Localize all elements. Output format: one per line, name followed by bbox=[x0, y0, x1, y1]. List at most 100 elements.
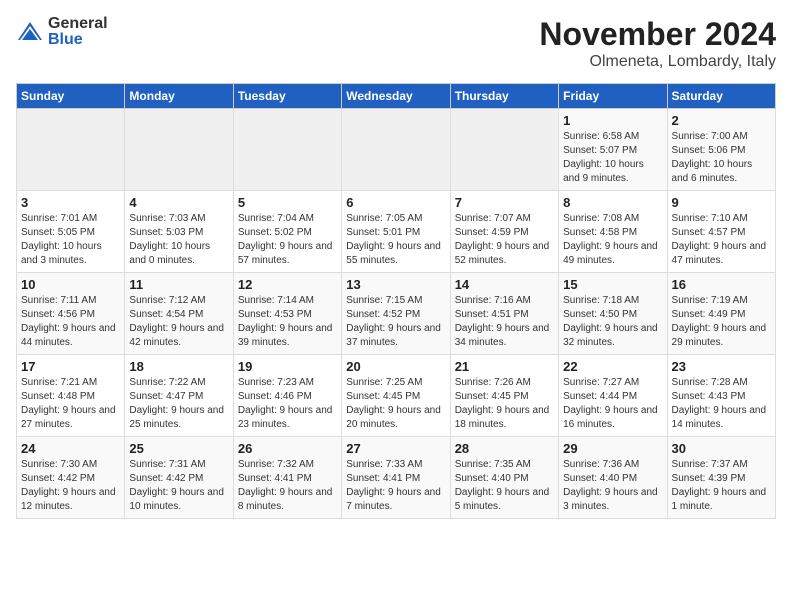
day-number: 17 bbox=[21, 359, 120, 374]
calendar-cell: 9Sunrise: 7:10 AM Sunset: 4:57 PM Daylig… bbox=[667, 191, 775, 273]
calendar-cell: 29 Sunrise: 7:36 AM Sunset: 4:40 PM Dayli… bbox=[559, 437, 667, 519]
day-number: 26 bbox=[238, 441, 337, 456]
calendar-cell bbox=[125, 109, 233, 191]
calendar-cell: 20 Sunrise: 7:25 AM Sunset: 4:45 PM Dayli… bbox=[342, 355, 450, 437]
page-subtitle: Olmeneta, Lombardy, Italy bbox=[539, 53, 776, 71]
day-info: Sunrise: 7:33 AM Sunset: 4:41 PM Dayligh… bbox=[346, 458, 445, 514]
day-header-friday: Friday bbox=[559, 84, 667, 109]
calendar-cell bbox=[342, 109, 450, 191]
day-header-sunday: Sunday bbox=[17, 84, 125, 109]
day-info: Sunrise: 6:58 AM Sunset: 5:07 PM Dayligh… bbox=[563, 130, 662, 186]
calendar-cell: 23 Sunrise: 7:28 AM Sunset: 4:43 PM Dayli… bbox=[667, 355, 775, 437]
day-number: 28 bbox=[455, 441, 554, 456]
calendar-cell: 17 Sunrise: 7:21 AM Sunset: 4:48 PM Dayli… bbox=[17, 355, 125, 437]
title-area: November 2024 Olmeneta, Lombardy, Italy bbox=[539, 16, 776, 71]
calendar-table: SundayMondayTuesdayWednesdayThursdayFrid… bbox=[16, 83, 776, 519]
day-number: 19 bbox=[238, 359, 337, 374]
day-info: Sunrise: 7:19 AM Sunset: 4:49 PM Dayligh… bbox=[672, 294, 771, 350]
day-info: Sunrise: 7:00 AM Sunset: 5:06 PM Dayligh… bbox=[672, 130, 771, 186]
day-number: 11 bbox=[129, 277, 228, 292]
calendar-cell: 7 Sunrise: 7:07 AM Sunset: 4:59 PM Daylig… bbox=[450, 191, 558, 273]
day-number: 18 bbox=[129, 359, 228, 374]
day-info: Sunrise: 7:08 AM Sunset: 4:58 PM Dayligh… bbox=[563, 212, 662, 268]
calendar-cell: 26 Sunrise: 7:32 AM Sunset: 4:41 PM Dayli… bbox=[233, 437, 341, 519]
day-info: Sunrise: 7:05 AM Sunset: 5:01 PM Dayligh… bbox=[346, 212, 445, 268]
calendar-cell bbox=[450, 109, 558, 191]
calendar-cell: 14 Sunrise: 7:16 AM Sunset: 4:51 PM Dayli… bbox=[450, 273, 558, 355]
day-info: Sunrise: 7:32 AM Sunset: 4:41 PM Dayligh… bbox=[238, 458, 337, 514]
day-number: 25 bbox=[129, 441, 228, 456]
day-number: 21 bbox=[455, 359, 554, 374]
day-number: 16 bbox=[672, 277, 771, 292]
calendar-cell: 5 Sunrise: 7:04 AM Sunset: 5:02 PM Daylig… bbox=[233, 191, 341, 273]
day-number: 29 bbox=[563, 441, 662, 456]
day-info: Sunrise: 7:16 AM Sunset: 4:51 PM Dayligh… bbox=[455, 294, 554, 350]
day-info: Sunrise: 7:27 AM Sunset: 4:44 PM Dayligh… bbox=[563, 376, 662, 432]
day-info: Sunrise: 7:07 AM Sunset: 4:59 PM Dayligh… bbox=[455, 212, 554, 268]
day-info: Sunrise: 7:03 AM Sunset: 5:03 PM Dayligh… bbox=[129, 212, 228, 268]
day-header-wednesday: Wednesday bbox=[342, 84, 450, 109]
day-number: 9 bbox=[672, 195, 771, 210]
calendar-cell: 6 Sunrise: 7:05 AM Sunset: 5:01 PM Daylig… bbox=[342, 191, 450, 273]
day-number: 6 bbox=[346, 195, 445, 210]
day-info: Sunrise: 7:28 AM Sunset: 4:43 PM Dayligh… bbox=[672, 376, 771, 432]
day-header-tuesday: Tuesday bbox=[233, 84, 341, 109]
day-number: 12 bbox=[238, 277, 337, 292]
day-number: 8 bbox=[563, 195, 662, 210]
calendar-cell: 2 Sunrise: 7:00 AM Sunset: 5:06 PM Daylig… bbox=[667, 109, 775, 191]
day-number: 3 bbox=[21, 195, 120, 210]
day-info: Sunrise: 7:21 AM Sunset: 4:48 PM Dayligh… bbox=[21, 376, 120, 432]
calendar-cell: 8 Sunrise: 7:08 AM Sunset: 4:58 PM Daylig… bbox=[559, 191, 667, 273]
calendar-cell: 22Sunrise: 7:27 AM Sunset: 4:44 PM Dayli… bbox=[559, 355, 667, 437]
day-header-thursday: Thursday bbox=[450, 84, 558, 109]
day-info: Sunrise: 7:23 AM Sunset: 4:46 PM Dayligh… bbox=[238, 376, 337, 432]
page-title: November 2024 bbox=[539, 16, 776, 53]
logo-icon bbox=[16, 18, 44, 46]
day-info: Sunrise: 7:18 AM Sunset: 4:50 PM Dayligh… bbox=[563, 294, 662, 350]
calendar-cell: 25 Sunrise: 7:31 AM Sunset: 4:42 PM Dayli… bbox=[125, 437, 233, 519]
logo-general-text: General bbox=[48, 16, 108, 32]
logo-blue-text: Blue bbox=[48, 32, 108, 48]
calendar-cell: 3 Sunrise: 7:01 AM Sunset: 5:05 PM Daylig… bbox=[17, 191, 125, 273]
day-info: Sunrise: 7:04 AM Sunset: 5:02 PM Dayligh… bbox=[238, 212, 337, 268]
calendar-cell: 18Sunrise: 7:22 AM Sunset: 4:47 PM Dayli… bbox=[125, 355, 233, 437]
calendar-cell: 12 Sunrise: 7:14 AM Sunset: 4:53 PM Dayli… bbox=[233, 273, 341, 355]
day-number: 5 bbox=[238, 195, 337, 210]
calendar-cell: 15 Sunrise: 7:18 AM Sunset: 4:50 PM Dayli… bbox=[559, 273, 667, 355]
day-number: 2 bbox=[672, 113, 771, 128]
day-info: Sunrise: 7:15 AM Sunset: 4:52 PM Dayligh… bbox=[346, 294, 445, 350]
day-number: 15 bbox=[563, 277, 662, 292]
day-number: 1 bbox=[563, 113, 662, 128]
day-info: Sunrise: 7:35 AM Sunset: 4:40 PM Dayligh… bbox=[455, 458, 554, 514]
day-info: Sunrise: 7:11 AM Sunset: 4:56 PM Dayligh… bbox=[21, 294, 120, 350]
day-number: 14 bbox=[455, 277, 554, 292]
day-number: 20 bbox=[346, 359, 445, 374]
calendar-cell: 30 Sunrise: 7:37 AM Sunset: 4:39 PM Dayli… bbox=[667, 437, 775, 519]
calendar-cell: 13Sunrise: 7:15 AM Sunset: 4:52 PM Dayli… bbox=[342, 273, 450, 355]
calendar-cell: 21Sunrise: 7:26 AM Sunset: 4:45 PM Dayli… bbox=[450, 355, 558, 437]
day-info: Sunrise: 7:25 AM Sunset: 4:45 PM Dayligh… bbox=[346, 376, 445, 432]
calendar-cell: 4 Sunrise: 7:03 AM Sunset: 5:03 PM Daylig… bbox=[125, 191, 233, 273]
calendar-cell: 19 Sunrise: 7:23 AM Sunset: 4:46 PM Dayli… bbox=[233, 355, 341, 437]
calendar-cell: 11Sunrise: 7:12 AM Sunset: 4:54 PM Dayli… bbox=[125, 273, 233, 355]
calendar-cell bbox=[17, 109, 125, 191]
day-header-monday: Monday bbox=[125, 84, 233, 109]
calendar-cell: 27 Sunrise: 7:33 AM Sunset: 4:41 PM Dayli… bbox=[342, 437, 450, 519]
calendar-cell: 28 Sunrise: 7:35 AM Sunset: 4:40 PM Dayli… bbox=[450, 437, 558, 519]
day-number: 27 bbox=[346, 441, 445, 456]
calendar-cell: 16 Sunrise: 7:19 AM Sunset: 4:49 PM Dayli… bbox=[667, 273, 775, 355]
day-info: Sunrise: 7:37 AM Sunset: 4:39 PM Dayligh… bbox=[672, 458, 771, 514]
calendar-cell bbox=[233, 109, 341, 191]
day-number: 23 bbox=[672, 359, 771, 374]
day-info: Sunrise: 7:36 AM Sunset: 4:40 PM Dayligh… bbox=[563, 458, 662, 514]
day-number: 4 bbox=[129, 195, 228, 210]
logo: General Blue bbox=[16, 16, 108, 48]
calendar-cell: 1 Sunrise: 6:58 AM Sunset: 5:07 PM Daylig… bbox=[559, 109, 667, 191]
day-number: 30 bbox=[672, 441, 771, 456]
day-info: Sunrise: 7:14 AM Sunset: 4:53 PM Dayligh… bbox=[238, 294, 337, 350]
day-number: 10 bbox=[21, 277, 120, 292]
day-info: Sunrise: 7:31 AM Sunset: 4:42 PM Dayligh… bbox=[129, 458, 228, 514]
day-info: Sunrise: 7:01 AM Sunset: 5:05 PM Dayligh… bbox=[21, 212, 120, 268]
day-number: 7 bbox=[455, 195, 554, 210]
day-info: Sunrise: 7:30 AM Sunset: 4:42 PM Dayligh… bbox=[21, 458, 120, 514]
